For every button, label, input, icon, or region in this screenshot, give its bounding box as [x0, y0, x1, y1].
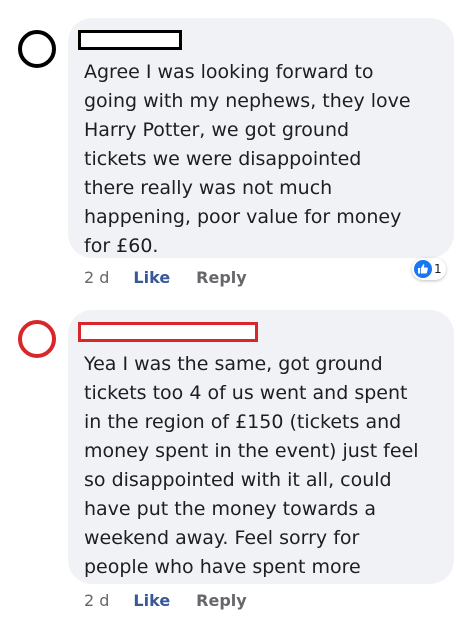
thumbs-up-icon: [414, 260, 432, 278]
reaction-count: 1: [434, 262, 442, 276]
reply-button[interactable]: Reply: [196, 268, 247, 287]
like-button[interactable]: Like: [133, 591, 170, 610]
avatar-redacted[interactable]: [18, 320, 56, 358]
comment-timestamp[interactable]: 2 d: [84, 591, 109, 610]
comment-text: Agree I was looking forward to going wit…: [84, 61, 411, 257]
reaction-badge[interactable]: 1: [412, 258, 446, 280]
comment-text: Yea I was the same, got ground tickets t…: [84, 353, 419, 578]
comment-actions: 2 d Like Reply: [84, 591, 247, 610]
author-name-redacted[interactable]: [78, 322, 258, 342]
like-button[interactable]: Like: [133, 268, 170, 287]
reply-button[interactable]: Reply: [196, 591, 247, 610]
avatar-redacted[interactable]: [18, 30, 56, 68]
author-name-redacted[interactable]: [78, 30, 182, 50]
comment-actions: 2 d Like Reply: [84, 268, 247, 287]
comment-timestamp[interactable]: 2 d: [84, 268, 109, 287]
